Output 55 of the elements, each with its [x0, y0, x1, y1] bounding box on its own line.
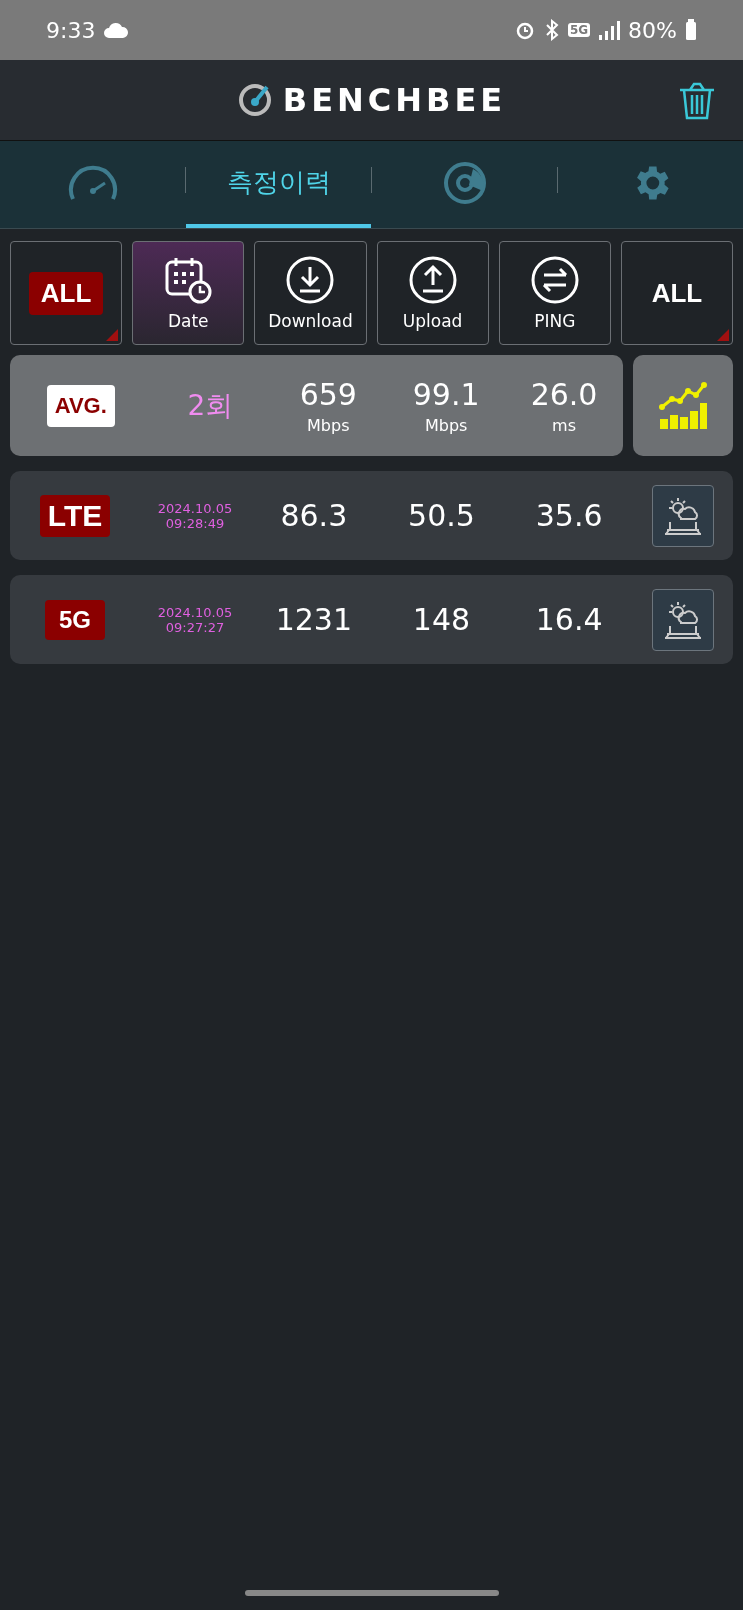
- filter-label: Download: [268, 311, 353, 331]
- unit-label: Mbps: [307, 415, 350, 435]
- bar-line-chart-icon: [658, 380, 708, 431]
- test-date: 2024.10.05: [157, 500, 233, 516]
- download-icon: [285, 255, 336, 305]
- trash-icon: [677, 80, 717, 120]
- corner-mark-icon: [106, 329, 119, 341]
- average-label: AVG.: [46, 384, 115, 427]
- app-logo: BENCHBEE: [282, 81, 507, 119]
- bluetooth-icon: [543, 19, 560, 41]
- corner-mark-icon: [717, 329, 730, 341]
- network-badge: 5G: [567, 23, 591, 37]
- unit-label: ms: [552, 415, 576, 435]
- download-speed: 86.3: [280, 498, 348, 533]
- filter-label: PING: [534, 311, 576, 331]
- result-row[interactable]: LTE 2024.10.05 09:28:49 86.3 50.5 35.6: [10, 471, 733, 560]
- filter-button[interactable]: ALL: [10, 241, 123, 345]
- filter-button[interactable]: ALL: [620, 241, 734, 345]
- logo-icon: [236, 82, 273, 118]
- status-time: 9:33: [46, 17, 96, 43]
- calendar-clock-icon: [163, 255, 214, 305]
- weather-button[interactable]: [652, 484, 714, 547]
- upload-speed: 148: [412, 602, 471, 637]
- weather-button[interactable]: [652, 588, 714, 651]
- network-type: LTE: [39, 494, 111, 537]
- upload-speed: 50.5: [408, 498, 475, 533]
- test-date: 2024.10.05: [157, 604, 233, 620]
- signal-icon: [598, 20, 621, 40]
- result-row[interactable]: 5G 2024.10.05 09:27:27 1231 148 16.4: [10, 575, 733, 664]
- filter-button[interactable]: Date: [132, 241, 245, 345]
- filter-label: Upload: [402, 311, 463, 331]
- filter-label: Date: [167, 311, 209, 331]
- unit-label: Mbps: [424, 415, 468, 435]
- battery-level: 80%: [628, 17, 677, 43]
- ping-value: 16.4: [535, 602, 603, 637]
- download-speed: 1231: [275, 602, 352, 637]
- upload-icon: [407, 255, 458, 305]
- filter-button[interactable]: PING: [498, 241, 611, 345]
- battery-icon: [685, 19, 697, 41]
- network-type: 5G: [45, 599, 105, 640]
- average-upload: 99.1: [412, 376, 480, 412]
- test-time: 09:28:49: [165, 515, 225, 531]
- graph-button[interactable]: [633, 355, 733, 456]
- filter-button[interactable]: Upload: [376, 241, 489, 345]
- cloud-icon: [103, 21, 130, 39]
- pie-chart-icon: [442, 160, 487, 205]
- swap-arrows-icon: [529, 255, 580, 305]
- filter-label: ALL: [651, 277, 703, 309]
- average-download: 659: [299, 376, 357, 412]
- average-ping: 26.0: [530, 376, 598, 412]
- ping-value: 35.6: [535, 498, 603, 533]
- test-count: 2회: [187, 387, 234, 424]
- network-filter-label: ALL: [28, 271, 104, 315]
- filter-button[interactable]: Download: [254, 241, 367, 345]
- test-time: 09:27:27: [165, 619, 225, 635]
